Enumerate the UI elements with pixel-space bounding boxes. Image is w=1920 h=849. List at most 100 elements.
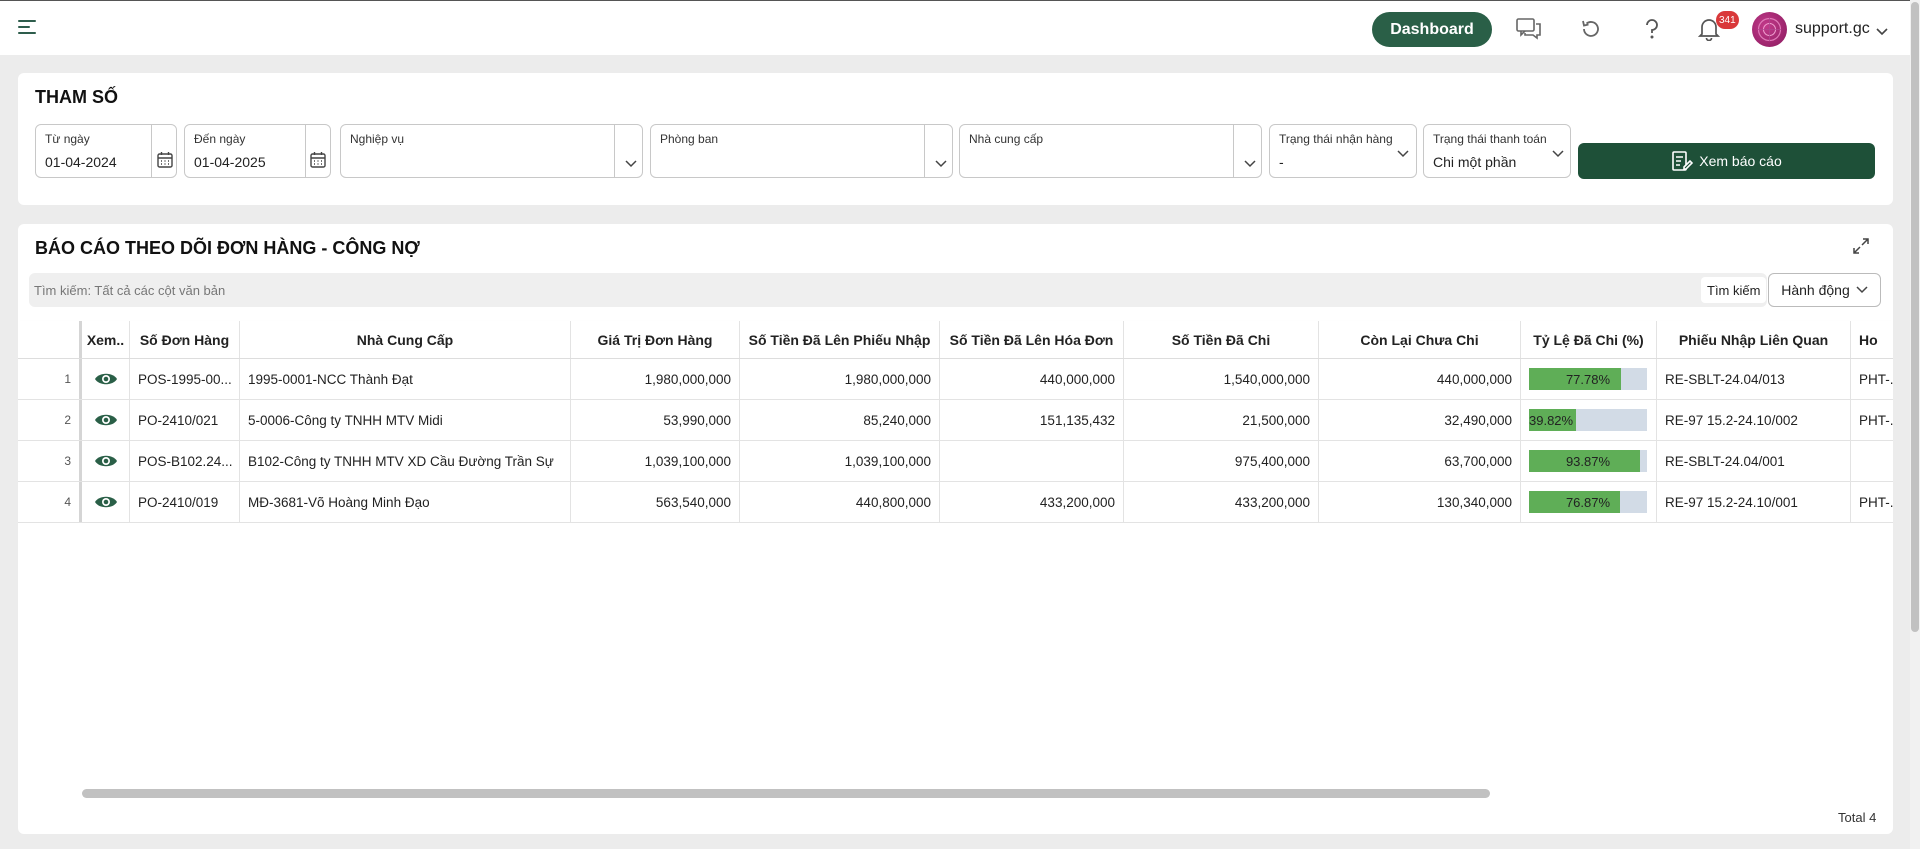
header-invoice-amount[interactable]: Số Tiền Đã Lên Hóa Đơn bbox=[940, 321, 1124, 358]
department-label: Phòng ban bbox=[660, 132, 719, 146]
receipt-amount-cell: 1,039,100,000 bbox=[740, 441, 940, 481]
calendar-icon[interactable] bbox=[309, 151, 327, 172]
header-view[interactable]: Xem.. bbox=[82, 321, 130, 358]
invoice-amount-cell: 440,000,000 bbox=[940, 359, 1124, 399]
search-button[interactable]: Tìm kiếm bbox=[1701, 277, 1767, 303]
horizontal-scrollbar[interactable] bbox=[82, 789, 1490, 798]
search-input[interactable] bbox=[34, 277, 1334, 303]
notification-badge: 341 bbox=[1716, 11, 1739, 29]
chevron-down-icon[interactable] bbox=[625, 155, 637, 171]
eye-icon[interactable] bbox=[82, 400, 130, 440]
invoice-amount-cell: 433,200,000 bbox=[940, 482, 1124, 522]
header-supplier[interactable]: Nhà Cung Cấp bbox=[240, 321, 571, 358]
top-bar: Dashboard 341 support.gc bbox=[0, 0, 1910, 55]
header-order-no[interactable]: Số Đơn Hàng bbox=[130, 321, 240, 358]
ratio-progress-bar: 77.78% bbox=[1529, 368, 1647, 390]
supplier-label: Nhà cung cấp bbox=[969, 132, 1044, 146]
parameter-panel: THAM SỐ Từ ngày 01-04-2024 Đến ngày 01-0… bbox=[18, 73, 1893, 205]
header-receipt-ref[interactable]: Phiếu Nhập Liên Quan bbox=[1657, 321, 1851, 358]
header-extra[interactable]: Ho bbox=[1851, 321, 1893, 358]
chevron-down-icon[interactable] bbox=[1876, 23, 1888, 39]
ratio-cell: 93.87% bbox=[1521, 441, 1657, 481]
dashboard-button[interactable]: Dashboard bbox=[1372, 12, 1492, 47]
to-date-field[interactable]: Đến ngày 01-04-2025 bbox=[184, 124, 331, 178]
eye-icon[interactable] bbox=[82, 441, 130, 481]
avatar[interactable] bbox=[1752, 12, 1787, 47]
username[interactable]: support.gc bbox=[1795, 20, 1870, 38]
report-panel: BÁO CÁO THEO DÕI ĐƠN HÀNG - CÔNG NỢ Tìm … bbox=[18, 224, 1893, 834]
expand-icon[interactable] bbox=[1852, 237, 1870, 258]
table-row[interactable]: 3 POS-B102.24... B102-Công ty TNHH MTV X… bbox=[18, 441, 1893, 482]
order-value-cell: 1,039,100,000 bbox=[571, 441, 740, 481]
table-row[interactable]: 2 PO-2410/021 5-0006-Công ty TNHH MTV Mi… bbox=[18, 400, 1893, 441]
action-label: Hành động bbox=[1781, 282, 1850, 298]
header-ratio[interactable]: Tỷ Lệ Đã Chi (%) bbox=[1521, 321, 1657, 358]
refresh-icon[interactable] bbox=[1576, 14, 1606, 44]
order-value-cell: 1,980,000,000 bbox=[571, 359, 740, 399]
action-button[interactable]: Hành động bbox=[1768, 273, 1881, 307]
ratio-cell: 39.82% bbox=[1521, 400, 1657, 440]
order-no-cell[interactable]: PO-2410/021 bbox=[130, 400, 240, 440]
report-title: BÁO CÁO THEO DÕI ĐƠN HÀNG - CÔNG NỢ bbox=[35, 238, 420, 258]
vertical-scrollbar[interactable] bbox=[1910, 0, 1920, 849]
chevron-down-icon[interactable] bbox=[935, 155, 947, 171]
extra-cell bbox=[1851, 441, 1893, 481]
header-order-value[interactable]: Giá Trị Đơn Hàng bbox=[571, 321, 740, 358]
receipt-amount-cell: 85,240,000 bbox=[740, 400, 940, 440]
chevron-down-icon bbox=[1856, 286, 1868, 294]
order-no-cell[interactable]: POS-B102.24... bbox=[130, 441, 240, 481]
department-select[interactable]: Phòng ban bbox=[650, 124, 953, 178]
ratio-label: 93.87% bbox=[1565, 453, 1611, 469]
remaining-cell: 32,490,000 bbox=[1319, 400, 1521, 440]
table-row[interactable]: 4 PO-2410/019 MĐ-3681-Võ Hoàng Minh Đạo … bbox=[18, 482, 1893, 523]
from-date-field[interactable]: Từ ngày 01-04-2024 bbox=[35, 124, 177, 178]
paid-cell: 975,400,000 bbox=[1124, 441, 1319, 481]
total-count: Total 4 bbox=[1838, 810, 1877, 825]
payment-status-value: Chi một phần bbox=[1433, 154, 1517, 170]
table-row[interactable]: 1 POS-1995-00... 1995-0001-NCC Thành Đạt… bbox=[18, 359, 1893, 400]
supplier-cell: 1995-0001-NCC Thành Đạt bbox=[240, 359, 571, 399]
chevron-down-icon[interactable] bbox=[1552, 145, 1564, 161]
receipt-amount-cell: 1,980,000,000 bbox=[740, 359, 940, 399]
receipt-ref-cell: RE-SBLT-24.04/013 bbox=[1657, 359, 1851, 399]
paid-cell: 433,200,000 bbox=[1124, 482, 1319, 522]
order-value-cell: 53,990,000 bbox=[571, 400, 740, 440]
invoice-amount-cell bbox=[940, 441, 1124, 481]
to-date-label: Đến ngày bbox=[194, 132, 246, 146]
supplier-select[interactable]: Nhà cung cấp bbox=[959, 124, 1262, 178]
ratio-progress-bar: 76.87% bbox=[1529, 491, 1647, 513]
payment-status-select[interactable]: Trạng thái thanh toán Chi một phần bbox=[1423, 124, 1571, 178]
header-receipt-amount[interactable]: Số Tiền Đã Lên Phiếu Nhập bbox=[740, 321, 940, 358]
eye-icon[interactable] bbox=[82, 359, 130, 399]
help-icon[interactable] bbox=[1637, 14, 1667, 44]
supplier-cell: 5-0006-Công ty TNHH MTV Midi bbox=[240, 400, 571, 440]
ratio-label: 39.82% bbox=[1529, 412, 1574, 428]
extra-cell: PHT-... bbox=[1851, 359, 1893, 399]
ratio-label: 76.87% bbox=[1565, 494, 1611, 510]
eye-icon[interactable] bbox=[82, 482, 130, 522]
receive-status-select[interactable]: Trạng thái nhận hàng - bbox=[1269, 124, 1417, 178]
chat-icon[interactable] bbox=[1514, 14, 1544, 44]
parameter-title: THAM SỐ bbox=[35, 87, 118, 107]
business-select[interactable]: Nghiệp vụ bbox=[340, 124, 643, 178]
order-no-cell[interactable]: PO-2410/019 bbox=[130, 482, 240, 522]
header-paid[interactable]: Số Tiền Đã Chi bbox=[1124, 321, 1319, 358]
menu-icon[interactable] bbox=[18, 20, 38, 36]
ratio-progress-bar: 39.82% bbox=[1529, 409, 1647, 431]
calendar-icon[interactable] bbox=[156, 151, 174, 172]
order-no-cell[interactable]: POS-1995-00... bbox=[130, 359, 240, 399]
supplier-cell: B102-Công ty TNHH MTV XD Cầu Đường Trần … bbox=[240, 441, 571, 481]
header-remaining[interactable]: Còn Lại Chưa Chi bbox=[1319, 321, 1521, 358]
scrollbar-thumb[interactable] bbox=[1911, 2, 1919, 632]
report-icon bbox=[1672, 151, 1694, 171]
ratio-progress-bar: 93.87% bbox=[1529, 450, 1647, 472]
receipt-ref-cell: RE-SBLT-24.04/001 bbox=[1657, 441, 1851, 481]
chevron-down-icon[interactable] bbox=[1397, 145, 1409, 161]
chevron-down-icon[interactable] bbox=[1244, 155, 1256, 171]
view-report-button[interactable]: Xem báo cáo bbox=[1578, 143, 1875, 179]
paid-cell: 1,540,000,000 bbox=[1124, 359, 1319, 399]
from-date-label: Từ ngày bbox=[45, 132, 90, 146]
to-date-value[interactable]: 01-04-2025 bbox=[194, 154, 266, 170]
from-date-value[interactable]: 01-04-2024 bbox=[45, 154, 117, 170]
row-number: 4 bbox=[18, 482, 82, 522]
